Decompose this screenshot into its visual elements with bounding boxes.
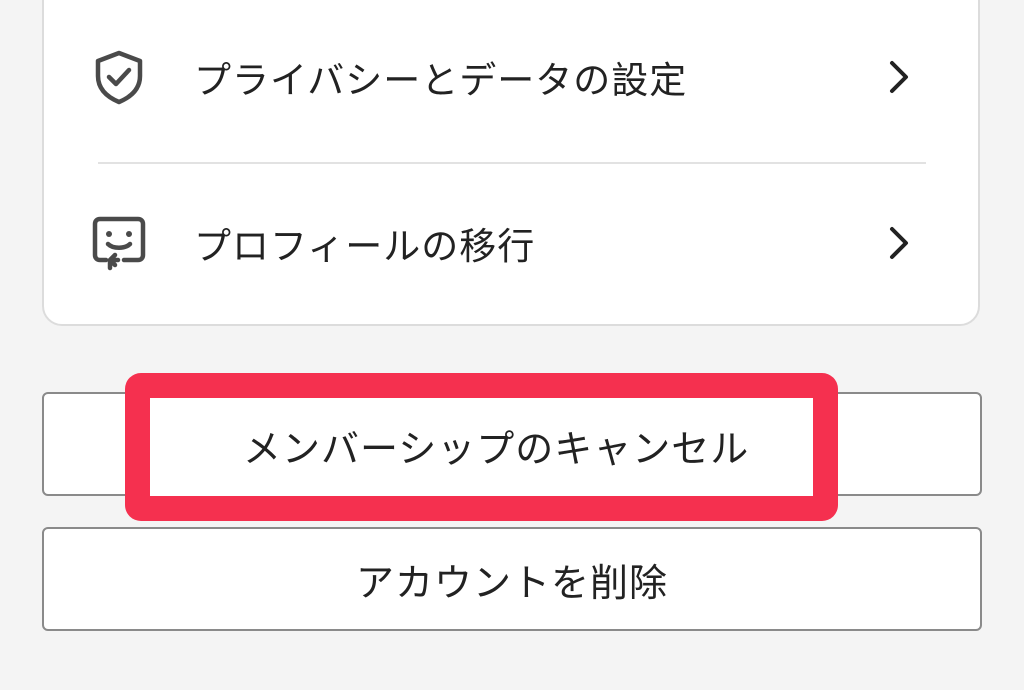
menu-item-label: プロフィールの移行 — [194, 225, 536, 268]
menu-item-profile-transfer[interactable]: プロフィールの移行 — [44, 178, 978, 308]
profile-transfer-icon — [88, 212, 150, 274]
menu-item-label: プライバシーとデータの設定 — [194, 59, 688, 102]
settings-menu-card: プライバシーとデータの設定 プロフィールの移行 — [42, 0, 980, 326]
delete-account-label: アカウントを削除 — [355, 560, 668, 605]
chevron-right-icon — [886, 59, 912, 95]
menu-item-privacy-data-settings[interactable]: プライバシーとデータの設定 — [44, 12, 978, 142]
delete-account-button[interactable]: アカウントを削除 — [42, 527, 982, 631]
menu-divider — [98, 162, 926, 164]
shield-check-icon — [88, 46, 150, 108]
chevron-right-icon — [886, 225, 912, 261]
cancel-membership-label[interactable]: メンバーシップのキャンセル — [243, 405, 749, 485]
